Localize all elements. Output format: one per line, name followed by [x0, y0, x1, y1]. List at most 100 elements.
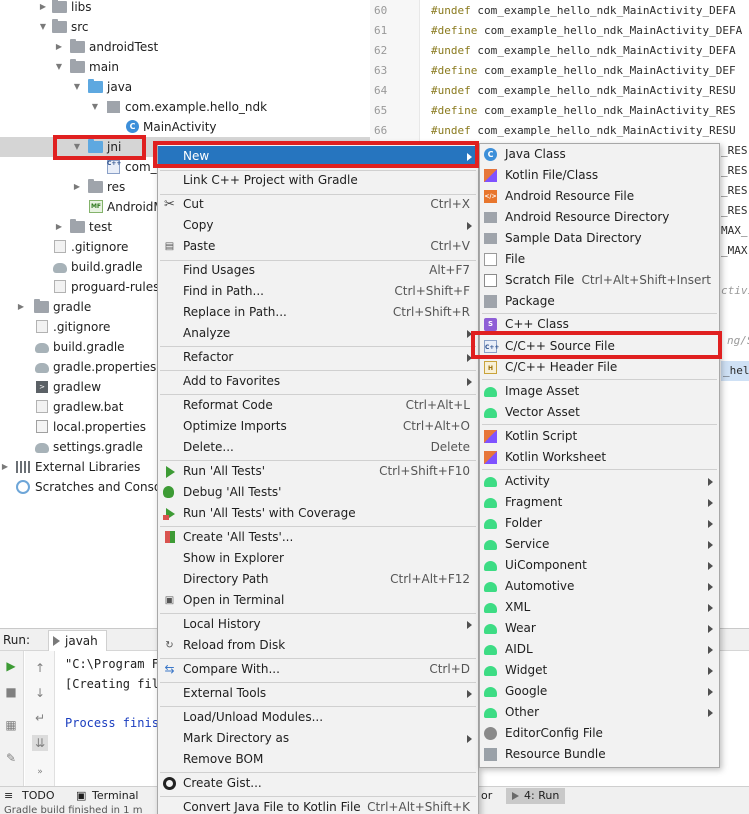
submenu-item-package[interactable]: Package [480, 291, 719, 312]
menu-item-optimize-imports[interactable]: Optimize Imports Ctrl+Alt+O [158, 416, 478, 437]
stop-icon[interactable]: ■ [3, 684, 19, 700]
menu-item-replace-in-path[interactable]: Replace in Path... Ctrl+Shift+R [158, 302, 478, 323]
tree-row-label: res [107, 180, 126, 194]
run-tab-javah[interactable]: javah [48, 630, 107, 651]
android-icon [484, 498, 497, 508]
scroll-to-end-icon[interactable]: ⇊ [32, 735, 48, 751]
chevron-right-icon[interactable]: ▶ [54, 217, 64, 237]
menu-item-copy[interactable]: Copy [158, 215, 478, 236]
menu-item-find-in-path[interactable]: Find in Path... Ctrl+Shift+F [158, 281, 478, 302]
chevron-down-icon[interactable]: ▼ [90, 97, 100, 117]
submenu-item-sample-data-directory[interactable]: Sample Data Directory [480, 228, 719, 249]
menu-item-link-cpp[interactable]: Link C++ Project with Gradle [158, 170, 478, 191]
chevron-right-icon[interactable]: ▶ [0, 457, 10, 477]
chevron-down-icon[interactable]: ▼ [54, 57, 64, 77]
submenu-item-scratch-file[interactable]: Scratch File Ctrl+Alt+Shift+Insert [480, 270, 719, 291]
submenu-item-google[interactable]: Google [480, 681, 719, 702]
tree-row-java[interactable]: ▼ java [0, 77, 370, 97]
submenu-item-file[interactable]: File [480, 249, 719, 270]
submenu-item-resource-bundle[interactable]: Resource Bundle [480, 744, 719, 765]
menu-item-compare-with[interactable]: Compare With...Ctrl+D [158, 659, 478, 680]
menu-item-remove-bom[interactable]: Remove BOM [158, 749, 478, 770]
submenu-item-activity[interactable]: Activity [480, 471, 719, 492]
tool-window-terminal[interactable]: Terminal [92, 788, 139, 804]
menu-item-create-all-tests[interactable]: Create 'All Tests'... [158, 527, 478, 548]
chevron-down-icon[interactable]: ▼ [72, 77, 82, 97]
menu-item-reload-from-disk[interactable]: ↻ Reload from Disk [158, 635, 478, 656]
submenu-item-kotlin-script[interactable]: Kotlin Script [480, 426, 719, 447]
submenu-item-widget[interactable]: Widget [480, 660, 719, 681]
menu-item-external-tools[interactable]: External Tools [158, 683, 478, 704]
submenu-item-fragment[interactable]: Fragment [480, 492, 719, 513]
soft-wrap-icon[interactable]: ↵ [32, 710, 48, 726]
submenu-item-service[interactable]: Service [480, 534, 719, 555]
rerun-icon[interactable]: ▶ [3, 658, 19, 674]
class-icon: C [126, 120, 139, 133]
chevron-right-icon [708, 499, 713, 507]
pin-icon[interactable]: ✎ [3, 750, 19, 766]
chevron-down-icon[interactable]: ▼ [38, 17, 48, 37]
submenu-item-editorconfig-file[interactable]: EditorConfig File [480, 723, 719, 744]
submenu-item-wear[interactable]: Wear [480, 618, 719, 639]
menu-item-reformat-code[interactable]: Reformat Code Ctrl+Alt+L [158, 395, 478, 416]
chevron-right-icon[interactable]: ▶ [54, 37, 64, 57]
menu-item-find-usages[interactable]: Find Usages Alt+F7 [158, 260, 478, 281]
folder-icon [70, 219, 85, 233]
tree-row-label: settings.gradle [53, 440, 143, 454]
menu-item-analyze[interactable]: Analyze [158, 323, 478, 344]
submenu-item-android-resource-file[interactable]: </> Android Resource File [480, 186, 719, 207]
menu-item-refactor[interactable]: Refactor [158, 347, 478, 368]
menu-item-directory-path[interactable]: Directory Path Ctrl+Alt+F12 [158, 569, 478, 590]
submenu-item-aidl[interactable]: AIDL [480, 639, 719, 660]
chevron-right-icon [708, 478, 713, 486]
submenu-item-image-asset[interactable]: Image Asset [480, 381, 719, 402]
arrow-up-icon[interactable]: ↑ [32, 660, 48, 676]
submenu-item-vector-asset[interactable]: Vector Asset [480, 402, 719, 423]
submenu-item-c-header-file[interactable]: H C/C++ Header File [480, 357, 719, 378]
menu-item-local-history[interactable]: Local History [158, 614, 478, 635]
tool-window-todo[interactable]: TODO [22, 788, 55, 804]
submenu-item-kotlin-worksheet[interactable]: Kotlin Worksheet [480, 447, 719, 468]
tree-row-label: gradle [53, 300, 92, 314]
arrow-down-icon[interactable]: ↓ [32, 685, 48, 701]
chevron-right-icon[interactable]: ▶ [16, 297, 26, 317]
menu-item-convert-to-kotlin[interactable]: Convert Java File to Kotlin File Ctrl+Alt… [158, 797, 478, 814]
submenu-item-automotive[interactable]: Automotive [480, 576, 719, 597]
menu-item-load-unload-modules[interactable]: Load/Unload Modules... [158, 707, 478, 728]
android-icon [484, 666, 497, 676]
tree-row-package[interactable]: ▼ com.example.hello_ndk [0, 97, 370, 117]
tree-row-libs[interactable]: ▶ libs [0, 0, 370, 17]
submenu-item-java-class[interactable]: C Java Class [480, 144, 719, 165]
menu-item-paste[interactable]: ▤ Paste Ctrl+V [158, 236, 478, 257]
menu-item-show-in-explorer[interactable]: Show in Explorer [158, 548, 478, 569]
submenu-item-android-resource-directory[interactable]: Android Resource Directory [480, 207, 719, 228]
menu-item-add-to-favorites[interactable]: Add to Favorites [158, 371, 478, 392]
submenu-item-uicomponent[interactable]: UiComponent [480, 555, 719, 576]
layout-icon[interactable]: ▦ [3, 717, 19, 733]
android-icon [484, 519, 497, 529]
chevron-right-icon[interactable]: ▶ [38, 0, 48, 17]
submenu-item-other[interactable]: Other [480, 702, 719, 723]
menu-item-create-gist[interactable]: Create Gist... [158, 773, 478, 794]
menu-item-debug-all-tests[interactable]: Debug 'All Tests' [158, 482, 478, 503]
tree-row-label: build.gradle [53, 340, 125, 354]
submenu-item-folder[interactable]: Folder [480, 513, 719, 534]
android-icon [484, 477, 497, 487]
tree-row-main[interactable]: ▼ main [0, 57, 370, 77]
menu-item-delete[interactable]: Delete... Delete [158, 437, 478, 458]
menu-item-run-with-coverage[interactable]: Run 'All Tests' with Coverage [158, 503, 478, 524]
menu-item-cut[interactable]: CutCtrl+X [158, 194, 478, 215]
menu-item-open-in-terminal[interactable]: ▣ Open in Terminal [158, 590, 478, 611]
submenu-item-xml[interactable]: XML [480, 597, 719, 618]
tree-row-mainactivity[interactable]: C MainActivity [0, 117, 370, 137]
menu-item-run-all-tests[interactable]: Run 'All Tests' Ctrl+Shift+F10 [158, 461, 478, 482]
tree-row-src[interactable]: ▼ src [0, 17, 370, 37]
chevron-right-icon[interactable]: ▶ [72, 177, 82, 197]
tool-window-partial[interactable]: or [481, 788, 492, 804]
tree-row-androidtest[interactable]: ▶ androidTest [0, 37, 370, 57]
header-file-icon: H [484, 361, 497, 374]
more-icon[interactable]: » [32, 764, 48, 780]
menu-item-mark-directory-as[interactable]: Mark Directory as [158, 728, 478, 749]
submenu-item-kotlin-file[interactable]: Kotlin File/Class [480, 165, 719, 186]
tool-window-run[interactable]: 4: Run [506, 788, 566, 804]
